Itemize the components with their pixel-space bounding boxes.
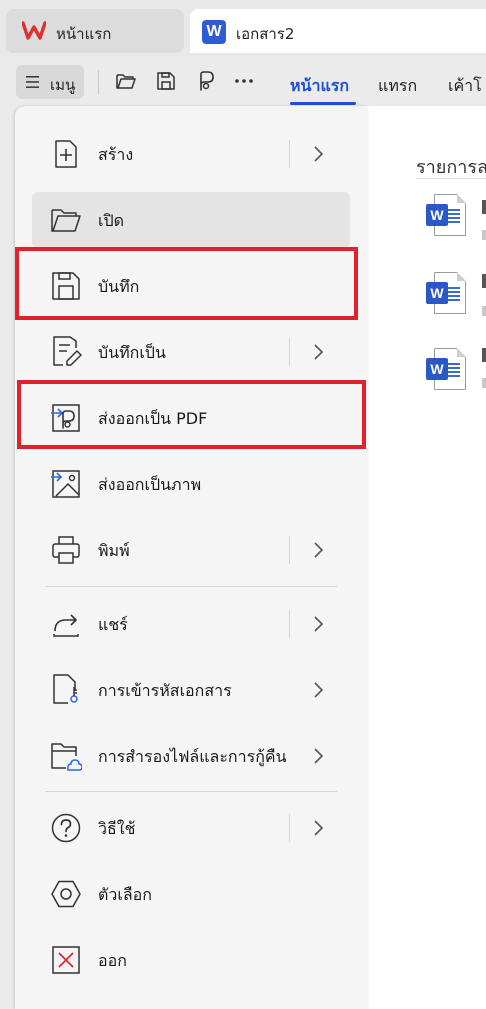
menu-item-export-pdf[interactable]: ส่งออกเป็น PDF	[32, 390, 350, 446]
export-image-icon	[51, 470, 80, 498]
menu-item-share[interactable]: แชร์	[32, 596, 350, 652]
tab-insert[interactable]: แทรก	[378, 74, 417, 99]
menu-item-label: การเข้ารหัสเอกสาร	[98, 681, 232, 700]
chevron-right-icon[interactable]	[312, 541, 324, 559]
word-doc-icon: W	[426, 204, 448, 226]
menu-item-label: ส่งออกเป็น PDF	[98, 409, 208, 428]
menu-item-save-as[interactable]: บันทึกเป็น	[32, 324, 350, 380]
menu-item-label: บันทึกเป็น	[98, 343, 166, 362]
menu-button-label: เมนู	[50, 76, 76, 94]
share-icon	[53, 614, 79, 637]
recent-file[interactable]: W	[426, 348, 466, 394]
menu-item-label: พิมพ์	[98, 541, 130, 560]
menu-divider	[45, 586, 337, 587]
menu-item-label: เปิด	[98, 211, 125, 230]
menu-item-backup-restore[interactable]: การสำรองไฟล์และการกู้คืน	[32, 728, 350, 784]
menu-item-label: ส่งออกเป็นภาพ	[98, 475, 202, 494]
menu-item-print[interactable]: พิมพ์	[32, 522, 350, 578]
menu-item-label: แชร์	[98, 615, 128, 634]
tab-bar: หน้าแรก W เอกสาร2	[0, 0, 486, 56]
menu-item-options[interactable]: ตัวเลือก	[32, 866, 350, 922]
menu-item-label: การสำรองไฟล์และการกู้คืน	[98, 747, 287, 766]
export-pdf-icon	[51, 404, 80, 432]
tab-document-label: เอกสาร2	[236, 25, 295, 43]
chevron-right-icon[interactable]	[312, 615, 324, 633]
export-pdf-icon[interactable]	[195, 70, 217, 92]
recent-divider	[416, 178, 486, 179]
menu-item-exit[interactable]: ออก	[32, 932, 350, 988]
menu-item-label: ตัวเลือก	[98, 885, 152, 904]
active-tab-indicator	[290, 102, 356, 105]
chevron-right-icon[interactable]	[312, 145, 324, 163]
printer-icon	[52, 536, 80, 564]
toolbar: เมนู หน้าแรก แทรก เค้าโ	[0, 56, 486, 106]
menu-item-help[interactable]: วิธีใช้	[32, 800, 350, 856]
file-menu-panel: สร้าง เปิด บันทึก บันทึกเป็น ส่งออกเป็น …	[15, 106, 368, 1009]
tab-home-ribbon[interactable]: หน้าแรก	[290, 74, 349, 99]
word-doc-icon: W	[202, 20, 226, 44]
tab-document[interactable]: W เอกสาร2	[190, 9, 486, 53]
exit-icon	[52, 946, 80, 974]
menu-item-label: วิธีใช้	[98, 819, 136, 838]
tab-layout[interactable]: เค้าโ	[448, 74, 482, 99]
encrypt-document-icon	[53, 674, 78, 704]
menu-item-label: บันทึก	[98, 277, 140, 296]
save-icon	[52, 272, 80, 300]
chevron-right-icon[interactable]	[312, 747, 324, 765]
tab-home[interactable]: หน้าแรก	[6, 9, 184, 53]
recent-file[interactable]: W	[426, 194, 466, 240]
menu-item-save[interactable]: บันทึก	[32, 258, 350, 314]
help-icon	[51, 813, 81, 843]
tab-home-label: หน้าแรก	[56, 25, 112, 43]
chevron-right-icon[interactable]	[312, 819, 324, 837]
folder-open-icon	[51, 209, 81, 232]
word-doc-icon: W	[426, 282, 448, 304]
menu-divider	[45, 791, 337, 792]
folder-open-icon[interactable]	[115, 70, 137, 92]
menu-item-label: ออก	[98, 951, 127, 970]
menu-item-encrypt-document[interactable]: การเข้ารหัสเอกสาร	[32, 662, 350, 718]
menu-button[interactable]: เมนู	[16, 65, 84, 99]
new-document-icon	[55, 140, 77, 168]
save-as-icon	[53, 336, 82, 366]
menu-item-new[interactable]: สร้าง	[32, 126, 350, 182]
menu-item-export-image[interactable]: ส่งออกเป็นภาพ	[32, 456, 350, 512]
more-icon[interactable]	[233, 70, 255, 92]
toolbar-divider	[98, 70, 99, 94]
recent-file[interactable]: W	[426, 272, 466, 318]
menu-item-label: สร้าง	[98, 145, 134, 164]
chevron-right-icon[interactable]	[312, 343, 324, 361]
hamburger-icon	[26, 76, 39, 88]
start-page: รายการล W W W	[368, 106, 486, 1009]
options-icon	[51, 880, 81, 908]
save-icon[interactable]	[155, 70, 177, 92]
recent-files-title: รายการล	[416, 157, 486, 178]
backup-restore-icon	[51, 743, 82, 771]
wps-logo-icon	[22, 21, 46, 40]
chevron-right-icon[interactable]	[312, 681, 324, 699]
menu-item-open[interactable]: เปิด	[32, 192, 350, 248]
word-doc-icon: W	[426, 358, 448, 380]
